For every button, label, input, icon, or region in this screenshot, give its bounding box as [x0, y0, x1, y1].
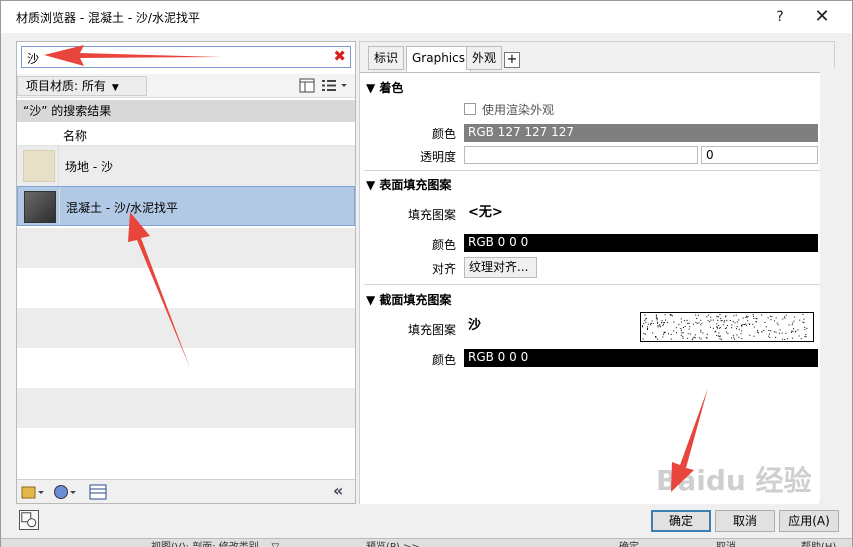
- library-panel-icon[interactable]: [89, 484, 107, 500]
- close-button[interactable]: ✕: [809, 5, 835, 29]
- list-item[interactable]: 场地 - 沙: [17, 146, 355, 186]
- material-browser-window: 材质浏览器 - 混凝土 - 沙/水泥找平 ? ✕ 沙 ✖ 项目材质: 所有 ▼ “…: [0, 0, 853, 547]
- library-toolbar: 项目材质: 所有 ▼: [17, 74, 355, 98]
- use-render-appearance-checkbox[interactable]: [464, 103, 476, 115]
- list-item-selected[interactable]: 混凝土 - 沙/水泥找平: [17, 186, 355, 226]
- column-header[interactable]: 名称: [17, 122, 355, 146]
- material-asset-icon[interactable]: [19, 510, 39, 530]
- transparency-slider[interactable]: [464, 146, 698, 164]
- cancel-button[interactable]: 取消: [715, 510, 775, 532]
- window-title: 材质浏览器 - 混凝土 - 沙/水泥找平: [16, 11, 200, 25]
- clear-search-icon[interactable]: ✖: [333, 47, 346, 65]
- library-globe-icon[interactable]: [53, 484, 79, 500]
- shading-color-swatch[interactable]: RGB 127 127 127: [464, 124, 818, 142]
- material-properties-pane: 标识 Graphics 外观 + ▼ 着色 使用渲染外观 颜色 RGB 127 …: [359, 41, 835, 504]
- surface-color-label: 颜色: [431, 238, 456, 252]
- library-filter-label: 项目材质: 所有: [26, 79, 106, 93]
- tab-identity[interactable]: 标识: [368, 46, 405, 70]
- apply-button[interactable]: 应用(A): [779, 510, 839, 532]
- cut-color-label: 颜色: [431, 353, 456, 367]
- surface-pattern-picker[interactable]: <无>: [464, 198, 818, 230]
- cut-color-swatch[interactable]: RGB 0 0 0: [464, 349, 818, 367]
- cut-pattern-label: 填充图案: [407, 323, 456, 337]
- material-list-pane: 沙 ✖ 项目材质: 所有 ▼ “沙” 的搜索结果 名称 场地 - 沙 混凝土 -…: [16, 41, 356, 504]
- chevron-down-icon: ▼: [111, 83, 119, 93]
- properties-scrollbar[interactable]: [821, 68, 835, 504]
- title-bar: 材质浏览器 - 混凝土 - 沙/水泥找平 ? ✕: [1, 1, 852, 33]
- tab-graphics[interactable]: Graphics: [406, 46, 471, 72]
- material-swatch: [23, 150, 55, 182]
- sand-pattern-preview: [640, 312, 814, 342]
- list-item-label: 场地 - 沙: [65, 160, 113, 174]
- list-item-label: 混凝土 - 沙/水泥找平: [66, 201, 179, 215]
- library-footer: «: [17, 479, 355, 503]
- shading-color-label: 颜色: [431, 127, 456, 141]
- use-render-appearance-label: 使用渲染外观: [482, 103, 555, 117]
- create-material-icon[interactable]: [21, 484, 47, 500]
- transparency-label: 透明度: [419, 150, 456, 164]
- texture-align-button[interactable]: 纹理对齐...: [464, 257, 537, 278]
- cut-pattern-value: 沙: [468, 318, 482, 333]
- cut-pattern-section-header[interactable]: ▼ 截面填充图案: [366, 291, 451, 308]
- search-results-header: “沙” 的搜索结果: [17, 100, 355, 122]
- tab-appearance[interactable]: 外观: [466, 46, 503, 70]
- material-list: 场地 - 沙 混凝土 - 沙/水泥找平: [17, 146, 355, 478]
- material-swatch: [24, 191, 56, 223]
- search-input[interactable]: 沙 ✖: [21, 46, 351, 68]
- background-dialog-strip: 视图(V): 剖面: 修改类别... ▽ 预览(P) >> 确定 取消 帮助(H…: [1, 538, 852, 547]
- transparency-input[interactable]: 0: [701, 146, 818, 164]
- library-filter-dropdown[interactable]: 项目材质: 所有 ▼: [17, 76, 147, 96]
- surface-pattern-section-header[interactable]: ▼ 表面填充图案: [366, 176, 451, 193]
- surface-align-label: 对齐: [431, 262, 456, 276]
- help-button[interactable]: ?: [767, 5, 793, 29]
- column-name-label: 名称: [63, 129, 88, 143]
- cut-pattern-picker[interactable]: 沙: [464, 310, 818, 344]
- panel-toggle-icon[interactable]: [299, 78, 315, 93]
- add-tab-button[interactable]: +: [504, 52, 520, 68]
- ok-button[interactable]: 确定: [651, 510, 711, 532]
- surface-pattern-label: 填充图案: [407, 208, 456, 222]
- shading-section-header[interactable]: ▼ 着色: [366, 79, 403, 96]
- surface-color-swatch[interactable]: RGB 0 0 0: [464, 234, 818, 252]
- search-value: 沙: [27, 52, 40, 66]
- view-options-icon[interactable]: [321, 78, 349, 93]
- collapse-panel-button[interactable]: «: [333, 481, 343, 500]
- baidu-watermark: Baidu 经验: [656, 464, 812, 497]
